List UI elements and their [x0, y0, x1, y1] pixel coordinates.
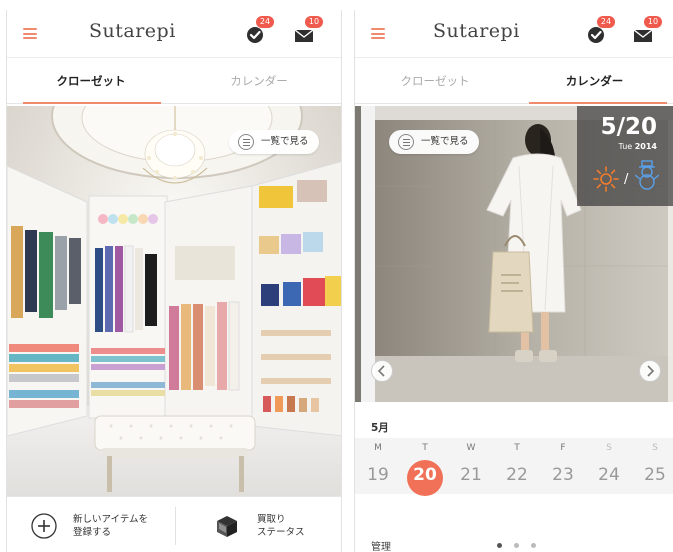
closet-notifications-button[interactable]: 24: [244, 16, 274, 46]
app-title: Sutarepi: [89, 20, 176, 42]
closet-scene[interactable]: 一覧で見る: [7, 106, 341, 496]
year-label: 2014: [634, 142, 657, 151]
day-cell[interactable]: 24: [590, 465, 628, 485]
dow-label: S: [652, 443, 658, 453]
pager-dot-active[interactable]: [497, 543, 502, 548]
active-tab-indicator: [23, 102, 161, 104]
hamburger-icon[interactable]: [371, 28, 385, 39]
calendar-footer: 管理: [355, 536, 673, 552]
app-header-calendar: Sutarepi 24 10: [355, 10, 673, 58]
chevron-left-icon: [377, 365, 385, 377]
pager-dot[interactable]: [514, 543, 519, 548]
register-item-button[interactable]: 新しいアイテムを 登録する: [7, 497, 175, 552]
view-list-button[interactable]: 一覧で見る: [389, 130, 479, 154]
chevron-right-icon: [647, 365, 655, 377]
main-tabs: クローゼット カレンダー: [7, 58, 341, 104]
date-weather-panel: 5/20 Tue 2014 /: [577, 106, 673, 206]
purchase-status-button[interactable]: 買取り ステータス: [175, 497, 341, 552]
closet-notifications-button[interactable]: 24: [585, 16, 615, 46]
view-list-label: 一覧で見る: [261, 136, 309, 147]
app-title: Sutarepi: [433, 20, 520, 42]
view-list-button[interactable]: 一覧で見る: [229, 130, 319, 154]
month-label: 5月: [371, 422, 389, 434]
purchase-status-line2: ステータス: [257, 527, 305, 538]
mail-badge: 10: [305, 16, 323, 28]
snowman-icon: [635, 160, 659, 190]
day-cell[interactable]: 21: [452, 465, 490, 485]
dow-label: F: [560, 443, 566, 453]
mail-button[interactable]: 10: [632, 16, 662, 46]
app-header: Sutarepi 24 10: [7, 10, 341, 58]
tab-closet[interactable]: クローゼット: [7, 58, 175, 104]
dow-label: T: [422, 443, 428, 453]
next-photo-button[interactable]: [639, 360, 661, 382]
day-cell[interactable]: 22: [498, 465, 536, 485]
day-cell[interactable]: 19: [359, 465, 397, 485]
register-item-line2: 登録する: [73, 527, 112, 538]
day-cell[interactable]: 25: [636, 465, 673, 485]
tab-closet[interactable]: クローゼット: [355, 58, 515, 104]
closet-action-bar: 新しいアイテムを 登録する 買取り ステータス: [7, 496, 341, 552]
tab-calendar[interactable]: カレンダー: [515, 58, 673, 104]
closet-illustration: [7, 106, 341, 496]
active-tab-indicator: [529, 102, 667, 104]
week-strip: M T W T F S S 19 20 21 22 23 24 25: [355, 438, 673, 496]
calendar-screen: Sutarepi 24 10 クローゼット カレンダー 一覧で見る 5/20 T…: [354, 10, 673, 552]
list-icon: [238, 134, 254, 150]
closet-screen: Sutarepi 24 10 クローゼット カレンダー 一覧で見る 新しいアイテ…: [6, 10, 342, 552]
mail-badge: 10: [644, 16, 662, 28]
dow-label: S: [606, 443, 612, 453]
manage-label[interactable]: 管理: [371, 538, 391, 552]
pager-dot[interactable]: [531, 543, 536, 548]
view-list-label: 一覧で見る: [421, 136, 469, 147]
closet-badge: 24: [256, 16, 274, 28]
sun-icon: [593, 166, 619, 192]
day-cell[interactable]: 23: [544, 465, 582, 485]
hamburger-icon[interactable]: [23, 28, 37, 39]
outfit-photo-carousel[interactable]: 一覧で見る 5/20 Tue 2014 /: [355, 106, 673, 402]
mail-button[interactable]: 10: [293, 16, 323, 46]
dow-label: W: [466, 443, 476, 453]
weather-separator: /: [624, 172, 629, 187]
plus-circle-icon: [31, 513, 57, 539]
weekday-label: Tue: [618, 142, 633, 151]
list-icon: [398, 134, 414, 150]
date-day-month: 5/20: [600, 114, 657, 140]
main-tabs: クローゼット カレンダー: [355, 58, 673, 104]
dow-label: T: [514, 443, 520, 453]
purchase-status-line1: 買取り: [257, 514, 286, 525]
screenshot-stage: Sutarepi 24 10 クローゼット カレンダー 一覧で見る 新しいアイテ…: [0, 0, 673, 552]
day-cell-selected[interactable]: 20: [406, 465, 444, 485]
prev-photo-button[interactable]: [371, 360, 393, 382]
tab-calendar[interactable]: カレンダー: [175, 58, 341, 104]
dow-label: M: [374, 443, 382, 453]
closet-badge: 24: [597, 16, 615, 28]
date-weekday-year: Tue 2014: [619, 142, 657, 151]
register-item-line1: 新しいアイテムを: [73, 514, 149, 525]
box-icon: [217, 516, 237, 537]
